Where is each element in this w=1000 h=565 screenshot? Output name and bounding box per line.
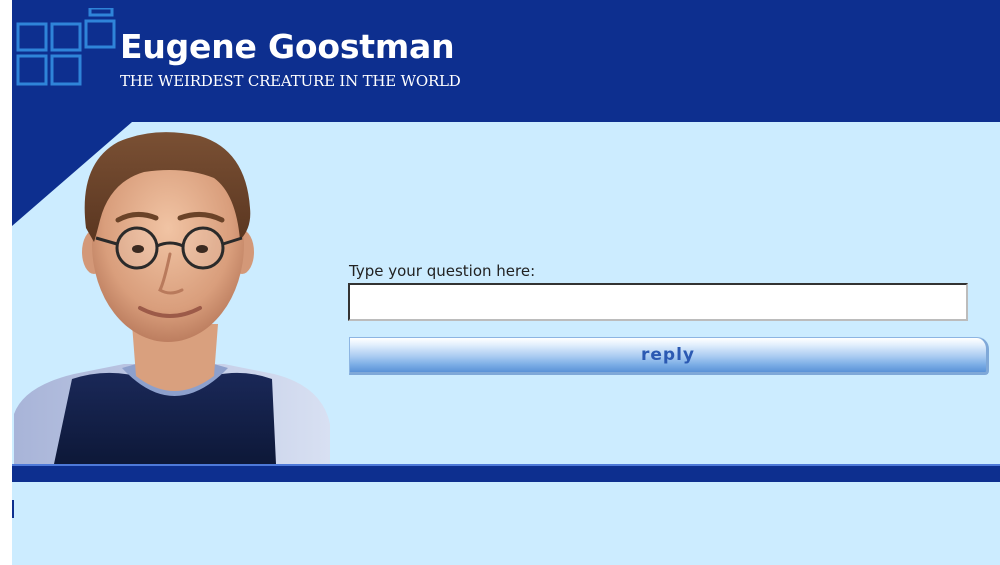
question-input[interactable] bbox=[348, 283, 968, 321]
footer-tick bbox=[12, 500, 14, 518]
page: Eugene Goostman THE WEIRDEST CREATURE IN… bbox=[0, 0, 1000, 565]
reply-button[interactable]: reply bbox=[349, 337, 989, 375]
site-title: Eugene Goostman bbox=[120, 27, 455, 66]
blue-squares-logo-icon bbox=[16, 8, 116, 86]
eugene-avatar-image bbox=[14, 132, 330, 464]
site-subtitle: THE WEIRDEST CREATURE IN THE WORLD bbox=[120, 72, 461, 90]
footer-panel bbox=[12, 482, 1000, 565]
question-prompt-label: Type your question here: bbox=[349, 262, 536, 280]
footer-bar bbox=[12, 464, 1000, 482]
